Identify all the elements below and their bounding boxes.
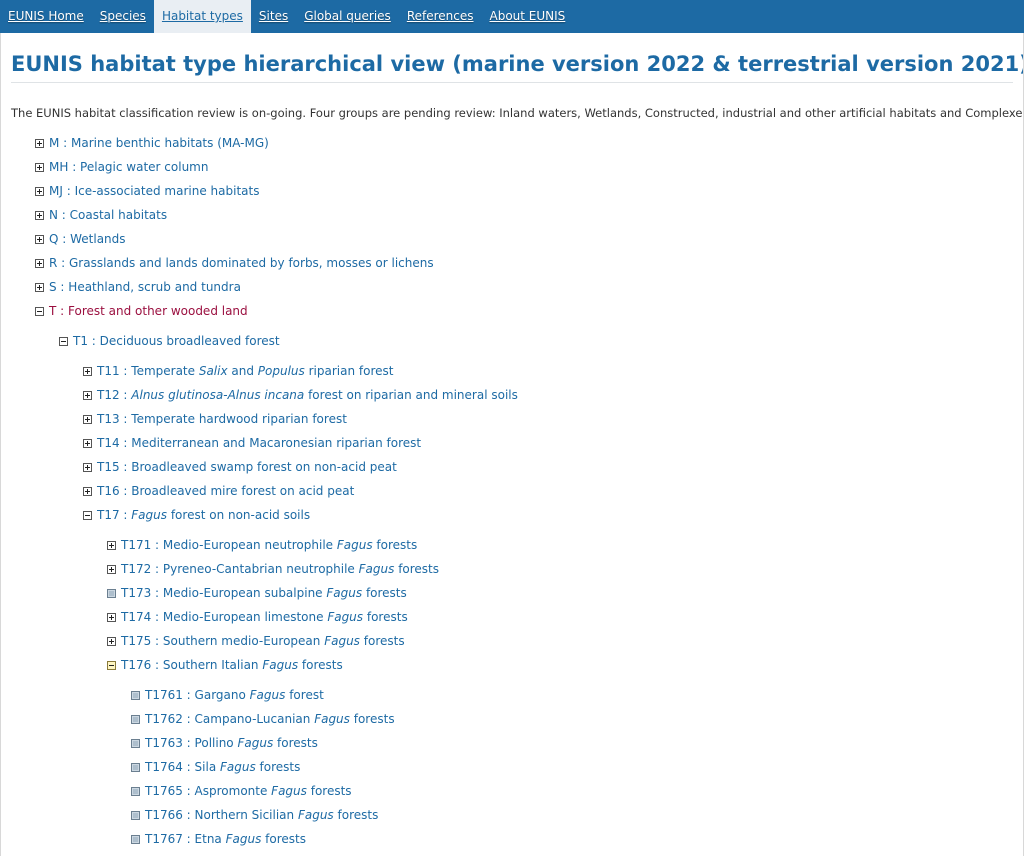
leaf-node-icon [131, 810, 140, 820]
tree-node: T174 : Medio-European limestone Fagus fo… [107, 607, 408, 627]
nav-eunis-home[interactable]: EUNIS Home [0, 0, 92, 33]
nav-sites[interactable]: Sites [251, 0, 296, 33]
collapse-icon[interactable] [83, 510, 92, 520]
expand-icon[interactable] [83, 390, 92, 400]
top-navigation: EUNIS Home Species Habitat types Sites Globa… [0, 0, 1024, 33]
tree-node: T1764 : Sila Fagus forests [131, 757, 300, 777]
habitat-link[interactable]: T1767 : Etna Fagus forests [145, 832, 306, 846]
habitat-link[interactable]: M : Marine benthic habitats (MA-MG) [49, 136, 269, 150]
tree-node: M : Marine benthic habitats (MA-MG) [35, 133, 269, 153]
habitat-link[interactable]: MJ : Ice-associated marine habitats [49, 184, 259, 198]
collapse-icon[interactable] [59, 336, 68, 346]
habitat-link[interactable]: T1 : Deciduous broadleaved forest [73, 334, 280, 348]
tree-node: T14 : Mediterranean and Macaronesian rip… [83, 433, 421, 453]
leaf-node-icon [131, 690, 140, 700]
tree-node: T172 : Pyreneo-Cantabrian neutrophile Fa… [107, 559, 439, 579]
nav-habitat-types[interactable]: Habitat types [153, 0, 251, 33]
expand-icon[interactable] [83, 438, 92, 448]
tree-node: T13 : Temperate hardwood riparian forest [83, 409, 347, 429]
habitat-link[interactable]: Q : Wetlands [49, 232, 126, 246]
expand-icon[interactable] [83, 486, 92, 496]
leaf-node-icon [131, 786, 140, 796]
tree-node: T17 : Fagus forest on non-acid soils [83, 505, 310, 525]
expand-icon[interactable] [83, 462, 92, 472]
nav-references[interactable]: References [399, 0, 482, 33]
expand-icon[interactable] [35, 210, 44, 220]
tree-node: T1761 : Gargano Fagus forest [131, 685, 324, 705]
tree-node: T1762 : Campano-Lucanian Fagus forests [131, 709, 395, 729]
tree-node: S : Heathland, scrub and tundra [35, 277, 241, 297]
habitat-link[interactable]: T172 : Pyreneo-Cantabrian neutrophile Fa… [121, 562, 439, 576]
tree-node: T175 : Southern medio-European Fagus for… [107, 631, 405, 651]
habitat-link[interactable]: T1763 : Pollino Fagus forests [145, 736, 318, 750]
leaf-node-icon [107, 588, 116, 598]
habitat-link[interactable]: T176 : Southern Italian Fagus forests [121, 658, 343, 672]
expand-icon[interactable] [35, 138, 44, 148]
expand-icon[interactable] [83, 414, 92, 424]
tree-node: T12 : Alnus glutinosa-Alnus incana fores… [83, 385, 518, 405]
habitat-link[interactable]: T12 : Alnus glutinosa-Alnus incana fores… [97, 388, 518, 402]
tree-node: T11 : Temperate Salix and Populus ripari… [83, 361, 393, 381]
habitat-link[interactable]: MH : Pelagic water column [49, 160, 208, 174]
tree-node: R : Grasslands and lands dominated by fo… [35, 253, 434, 273]
tree-node: T16 : Broadleaved mire forest on acid pe… [83, 481, 354, 501]
collapse-icon[interactable] [35, 306, 44, 316]
expand-icon[interactable] [35, 234, 44, 244]
tree-node: T : Forest and other wooded land [35, 301, 248, 321]
habitat-link[interactable]: T1761 : Gargano Fagus forest [145, 688, 324, 702]
tree-node: T1766 : Northern Sicilian Fagus forests [131, 805, 378, 825]
review-notice: The EUNIS habitat classification review … [11, 106, 1024, 120]
habitat-link[interactable]: T175 : Southern medio-European Fagus for… [121, 634, 405, 648]
nav-global-queries[interactable]: Global queries [296, 0, 399, 33]
habitat-link[interactable]: T17 : Fagus forest on non-acid soils [97, 508, 310, 522]
expand-icon[interactable] [107, 540, 116, 550]
habitat-link[interactable]: R : Grasslands and lands dominated by fo… [49, 256, 434, 270]
tree-node: T1767 : Etna Fagus forests [131, 829, 306, 849]
habitat-link[interactable]: T1766 : Northern Sicilian Fagus forests [145, 808, 378, 822]
expand-icon[interactable] [35, 162, 44, 172]
expand-icon[interactable] [107, 564, 116, 574]
habitat-link[interactable]: T16 : Broadleaved mire forest on acid pe… [97, 484, 354, 498]
expand-icon[interactable] [35, 186, 44, 196]
leaf-node-icon [131, 714, 140, 724]
collapse-icon[interactable] [107, 660, 116, 670]
habitat-link[interactable]: T1764 : Sila Fagus forests [145, 760, 300, 774]
leaf-node-icon [131, 834, 140, 844]
tree-node: MH : Pelagic water column [35, 157, 208, 177]
expand-icon[interactable] [107, 636, 116, 646]
expand-icon[interactable] [35, 282, 44, 292]
habitat-link[interactable]: S : Heathland, scrub and tundra [49, 280, 241, 294]
tree-node: T1 : Deciduous broadleaved forest [59, 331, 280, 351]
habitat-link[interactable]: T13 : Temperate hardwood riparian forest [97, 412, 347, 426]
tree-node: T15 : Broadleaved swamp forest on non-ac… [83, 457, 397, 477]
tree-node: T173 : Medio-European subalpine Fagus fo… [107, 583, 407, 603]
expand-icon[interactable] [83, 366, 92, 376]
main-content: EUNIS habitat type hierarchical view (ma… [0, 33, 1024, 856]
tree-node: T176 : Southern Italian Fagus forests [107, 655, 343, 675]
page-title: EUNIS habitat type hierarchical view (ma… [11, 52, 1023, 83]
leaf-node-icon [131, 762, 140, 772]
habitat-link[interactable]: T : Forest and other wooded land [49, 304, 248, 318]
tree-node: T1763 : Pollino Fagus forests [131, 733, 318, 753]
habitat-link[interactable]: T171 : Medio-European neutrophile Fagus … [121, 538, 417, 552]
tree-node: Q : Wetlands [35, 229, 126, 249]
tree-node: N : Coastal habitats [35, 205, 167, 225]
habitat-link[interactable]: T1762 : Campano-Lucanian Fagus forests [145, 712, 395, 726]
habitat-link[interactable]: T173 : Medio-European subalpine Fagus fo… [121, 586, 407, 600]
leaf-node-icon [131, 738, 140, 748]
nav-about-eunis[interactable]: About EUNIS [482, 0, 574, 33]
habitat-link[interactable]: T174 : Medio-European limestone Fagus fo… [121, 610, 408, 624]
tree-node: T1765 : Aspromonte Fagus forests [131, 781, 352, 801]
tree-node: T171 : Medio-European neutrophile Fagus … [107, 535, 417, 555]
expand-icon[interactable] [35, 258, 44, 268]
habitat-link[interactable]: T11 : Temperate Salix and Populus ripari… [97, 364, 393, 378]
tree-node: MJ : Ice-associated marine habitats [35, 181, 259, 201]
habitat-link[interactable]: T14 : Mediterranean and Macaronesian rip… [97, 436, 421, 450]
habitat-link[interactable]: T1765 : Aspromonte Fagus forests [145, 784, 352, 798]
expand-icon[interactable] [107, 612, 116, 622]
habitat-link[interactable]: N : Coastal habitats [49, 208, 167, 222]
habitat-link[interactable]: T15 : Broadleaved swamp forest on non-ac… [97, 460, 397, 474]
nav-species[interactable]: Species [92, 0, 154, 33]
